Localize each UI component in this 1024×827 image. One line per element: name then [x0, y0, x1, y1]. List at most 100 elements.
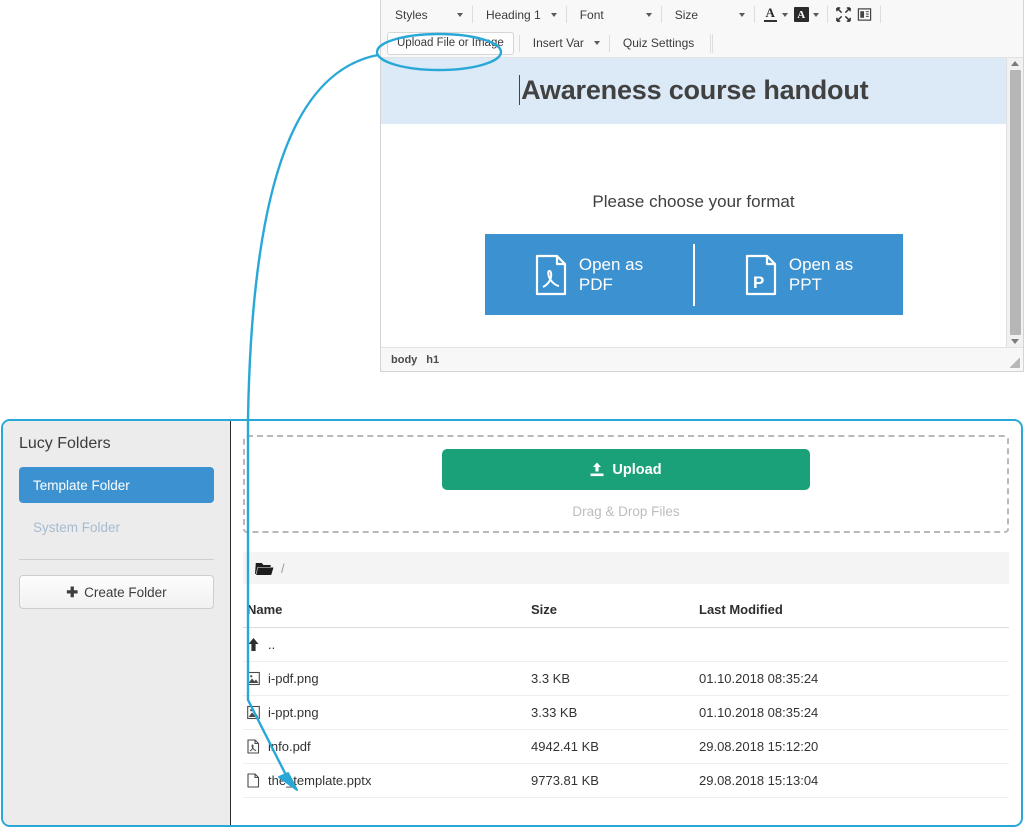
chevron-down-icon	[457, 12, 463, 17]
column-header-name[interactable]: Name	[247, 602, 531, 617]
rich-text-editor-window: Styles Heading 1 Font Size A A Upload Fi…	[380, 0, 1024, 372]
scroll-down-icon[interactable]	[1011, 339, 1019, 344]
toolbar-divider	[710, 33, 714, 53]
document-canvas[interactable]: Awareness course handout Please choose y…	[381, 58, 1006, 347]
text-color-button[interactable]: A	[760, 4, 791, 26]
heading-dropdown[interactable]: Heading 1	[478, 4, 561, 25]
open-as-pdf-line2: PDF	[578, 274, 613, 294]
table-row[interactable]: the_template.pptx 9773.81 KB 29.08.2018 …	[243, 764, 1009, 798]
chevron-down-icon	[645, 12, 652, 17]
size-dropdown-label: Size	[674, 7, 699, 22]
parent-directory-name: ..	[247, 637, 531, 652]
chevron-down-icon	[593, 41, 600, 45]
upload-button[interactable]: Upload	[442, 449, 810, 490]
editor-content-area[interactable]: Awareness course handout Please choose y…	[381, 58, 1023, 347]
upload-file-or-image-button[interactable]: Upload File or Image	[387, 31, 514, 55]
font-dropdown[interactable]: Font	[572, 4, 656, 25]
insert-var-dropdown[interactable]: Insert Var	[525, 33, 604, 54]
sidebar-divider	[19, 559, 214, 560]
editor-scrollbar[interactable]	[1006, 58, 1023, 347]
parent-directory-label: ..	[268, 637, 276, 652]
open-as-ppt-line1: Open as	[788, 254, 854, 274]
folders-sidebar-title: Lucy Folders	[19, 435, 111, 452]
breadcrumb-path[interactable]: /	[281, 561, 285, 576]
chevron-down-icon	[812, 12, 819, 17]
font-dropdown-label: Font	[579, 7, 604, 22]
create-folder-label: Create Folder	[84, 584, 167, 600]
file-size: 4942.41 KB	[531, 739, 599, 754]
sidebar-item-system-folder[interactable]: System Folder	[19, 509, 214, 545]
file-manager-main: Upload Drag & Drop Files / Name Size Las…	[231, 421, 1021, 825]
toolbar-divider	[826, 6, 828, 23]
text-color-underline	[763, 19, 777, 22]
scrollbar-thumb[interactable]	[1009, 70, 1021, 335]
scroll-up-icon[interactable]	[1011, 61, 1019, 66]
toolbar-divider	[753, 6, 755, 23]
image-file-icon	[247, 705, 260, 720]
plus-icon: ✚	[66, 583, 79, 600]
toolbar-divider	[472, 6, 473, 23]
open-as-pdf-label: Open as PDF	[579, 255, 643, 295]
size-dropdown[interactable]: Size	[667, 4, 749, 25]
element-path-body[interactable]: body	[391, 354, 417, 366]
file-name-cell: i-pdf.png	[247, 671, 531, 686]
file-name: i-ppt.png	[268, 705, 319, 720]
file-size: 3.33 KB	[531, 705, 578, 720]
sidebar-item-label: System Folder	[33, 519, 121, 535]
toolbar-divider	[565, 6, 567, 23]
sidebar-item-template-folder[interactable]: Template Folder	[19, 467, 214, 503]
file-size: 3.3 KB	[531, 671, 571, 686]
screenshot-root: Styles Heading 1 Font Size A A Upload Fi…	[0, 0, 1024, 827]
create-folder-button[interactable]: ✚ Create Folder	[19, 575, 214, 609]
open-as-ppt-button[interactable]: P Open as PPT	[695, 254, 903, 296]
text-cursor	[518, 74, 521, 105]
heading-dropdown-label: Heading 1	[486, 7, 541, 22]
page-title: Awareness course handout	[521, 75, 869, 106]
open-folder-icon[interactable]	[255, 560, 274, 576]
templates-icon	[857, 8, 871, 21]
element-path-breadcrumb: body h1	[391, 354, 448, 366]
resize-handle-icon[interactable]	[1010, 358, 1020, 368]
file-modified: 01.10.2018 08:35:24	[699, 705, 819, 720]
arrow-up-icon	[248, 638, 259, 651]
document-title-band: Awareness course handout	[381, 58, 1006, 124]
image-file-icon	[247, 671, 260, 686]
ppt-file-icon: P	[745, 254, 776, 295]
background-color-button[interactable]: A	[791, 4, 822, 26]
table-row[interactable]: info.pdf 4942.41 KB 29.08.2018 15:12:20	[243, 730, 1009, 764]
element-path-h1[interactable]: h1	[426, 354, 439, 366]
open-as-pdf-button[interactable]: Open as PDF	[485, 254, 693, 296]
format-button-group: Open as PDF P Open as PPT	[484, 234, 903, 315]
file-table: Name Size Last Modified .. i-pdf.png 3.3…	[243, 602, 1009, 798]
pdf-file-icon	[247, 739, 260, 754]
column-header-last-modified[interactable]: Last Modified	[699, 602, 1009, 617]
quiz-settings-button[interactable]: Quiz Settings	[615, 33, 704, 54]
file-name: info.pdf	[268, 739, 311, 754]
editor-status-bar: body h1	[381, 347, 1023, 371]
toolbar-divider	[608, 34, 610, 52]
maximize-button[interactable]	[833, 4, 854, 26]
parent-directory-row[interactable]: ..	[243, 628, 1009, 662]
toolbar-divider	[879, 6, 881, 23]
styles-dropdown[interactable]: Styles	[387, 4, 467, 25]
table-row[interactable]: i-pdf.png 3.3 KB 01.10.2018 08:35:24	[243, 662, 1009, 696]
file-name-cell: info.pdf	[247, 739, 531, 754]
file-manager-panel: Lucy Folders Template Folder System Fold…	[1, 419, 1023, 827]
chevron-down-icon	[781, 12, 788, 17]
file-name: i-pdf.png	[268, 671, 319, 686]
open-as-ppt-label: Open as PPT	[789, 255, 853, 295]
toolbar-divider	[518, 34, 520, 52]
choose-format-prompt: Please choose your format	[592, 192, 795, 211]
blank-file-icon	[247, 773, 260, 788]
file-modified: 01.10.2018 08:35:24	[699, 671, 819, 686]
file-table-header: Name Size Last Modified	[243, 602, 1009, 628]
open-as-ppt-line2: PPT	[788, 274, 822, 294]
svg-text:P: P	[753, 273, 764, 292]
column-header-size[interactable]: Size	[531, 602, 699, 617]
upload-dropzone[interactable]: Upload Drag & Drop Files	[243, 435, 1009, 533]
templates-button[interactable]	[854, 4, 875, 26]
pdf-file-icon	[535, 254, 566, 295]
upload-icon	[590, 462, 604, 477]
table-row[interactable]: i-ppt.png 3.33 KB 01.10.2018 08:35:24	[243, 696, 1009, 730]
file-modified: 29.08.2018 15:12:20	[699, 739, 819, 754]
